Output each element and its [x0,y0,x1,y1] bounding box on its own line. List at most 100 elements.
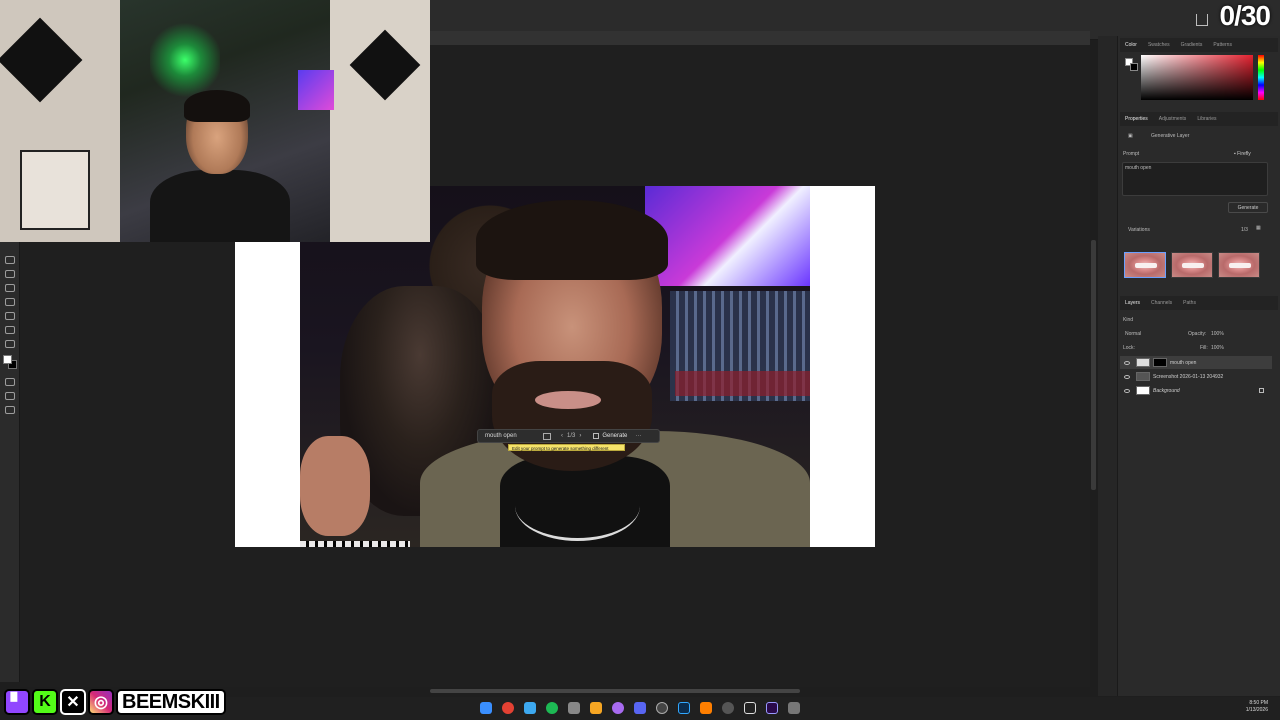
layer-row-screenshot[interactable]: Screenshot 2026-01-13 204932 [1120,370,1272,383]
prompt-label: Prompt [1123,151,1140,157]
variation-thumbnail-1[interactable] [1124,252,1166,278]
tab-libraries[interactable]: Libraries [1197,116,1216,122]
brush-tool-icon[interactable] [5,256,15,264]
tab-layers[interactable]: Layers [1125,300,1140,306]
layer-filter-select[interactable]: Kind [1123,317,1133,323]
photoshop-icon[interactable] [678,702,690,714]
hand-tool-icon[interactable] [5,312,15,320]
grid-view-icon[interactable]: ▦ [1256,225,1261,231]
layer-thumbnail [1136,386,1150,395]
contextual-task-bar: mouth open ‹ 1/3 › Generate ··· [477,429,660,443]
blend-mode-select[interactable]: Normal [1125,331,1141,337]
eye-icon[interactable] [1124,374,1130,379]
eye-icon[interactable] [1124,360,1130,365]
fill-label: Fill: [1200,345,1208,351]
app-icon[interactable] [788,702,800,714]
social-links: ▘ K ✕ ◎ BEEMSKIII [4,687,226,717]
frame-tool-icon[interactable] [5,406,15,414]
tab-patterns[interactable]: Patterns [1213,42,1232,48]
app-icon[interactable] [744,702,756,714]
tab-channels[interactable]: Channels [1151,300,1172,306]
ctx-prev-icon[interactable]: ‹ [561,433,563,439]
document-tab-strip[interactable] [430,31,1090,45]
green-neon-light [150,20,220,100]
tab-swatches[interactable]: Swatches [1148,42,1170,48]
vlc-icon[interactable] [700,702,712,714]
generative-mouth-region [535,391,601,409]
app-icon[interactable] [568,702,580,714]
variation-teeth [1229,263,1251,268]
webcam-overlay [0,0,430,242]
red-lights [675,371,810,396]
variation-thumbnail-3[interactable] [1218,252,1260,278]
layer-type-label: Generative Layer [1151,133,1190,139]
taskbar-clock[interactable]: 8:50 PM 1/13/2026 [1246,700,1268,714]
variation-teeth [1135,263,1157,268]
screen-mode-icon[interactable] [5,392,15,400]
type-tool-icon[interactable] [5,270,15,278]
subject-beard [492,361,652,471]
generate-icon[interactable] [593,433,600,439]
fill-value[interactable]: 100% [1211,345,1224,351]
app-icon[interactable] [722,702,734,714]
ctx-variation-count: 1/3 [567,433,576,439]
clock-time: 8:50 PM [1249,700,1268,706]
variations-label: Variations [1128,227,1150,233]
capcut-icon[interactable] [524,702,536,714]
horizontal-scrollbar[interactable] [430,689,800,693]
eye-icon[interactable] [1124,388,1130,393]
tab-color[interactable]: Color [1125,42,1137,48]
kick-icon: K [32,689,58,715]
quick-mask-icon[interactable] [5,378,15,386]
files-icon[interactable] [590,702,602,714]
lock-icon [1259,388,1264,393]
discord-icon[interactable] [634,702,646,714]
ctx-prompt-input[interactable]: mouth open [485,433,543,439]
twitch-icon: ▘ [4,689,30,715]
ctx-generate-button[interactable]: Generate [602,433,627,439]
ctx-next-icon[interactable]: › [579,433,581,439]
ctx-settings-icon[interactable] [543,432,551,440]
chrome-icon[interactable] [502,702,514,714]
background-monitor [298,70,334,110]
premiere-icon[interactable] [766,702,778,714]
color-picker-field[interactable] [1141,55,1253,100]
share-icon[interactable] [1196,14,1208,26]
background-color-chip[interactable] [1130,63,1138,71]
model-select[interactable]: ▪ Firefly [1234,149,1264,158]
obs-icon[interactable] [656,702,668,714]
clock-date: 1/13/2026 [1245,707,1268,713]
prompt-tooltip: Edit your prompt to generate something d… [508,444,625,451]
hue-slider[interactable] [1258,55,1264,100]
tab-properties[interactable]: Properties [1125,116,1148,122]
layer-row-background[interactable]: Background [1120,384,1272,397]
layer-mask-thumbnail [1153,358,1167,367]
layer-name: Screenshot 2026-01-13 204932 [1153,373,1224,380]
vertical-scrollbar[interactable] [1091,240,1096,490]
stream-counter: 0/30 [1219,0,1271,31]
properties-generate-button[interactable]: Generate [1228,202,1268,213]
path-selection-icon[interactable] [5,284,15,292]
ctx-more-button[interactable]: ··· [635,433,641,439]
generative-layer-icon: ▣ [1128,133,1133,139]
arc-icon[interactable] [612,702,624,714]
start-icon[interactable] [480,702,492,714]
tab-paths[interactable]: Paths [1183,300,1196,306]
tab-gradients[interactable]: Gradients [1181,42,1203,48]
background-hand [300,436,370,536]
variation-thumbnail-2[interactable] [1171,252,1213,278]
tools-panel [0,242,20,682]
x-icon: ✕ [60,689,86,715]
shape-tool-icon[interactable] [5,298,15,306]
spotify-icon[interactable] [546,702,558,714]
streamer-hair [184,90,250,122]
more-tools-icon[interactable] [5,340,15,348]
tab-adjustments[interactable]: Adjustments [1159,116,1187,122]
zoom-tool-icon[interactable] [5,326,15,334]
foreground-color-swatch[interactable] [3,355,12,364]
streamer-handle: BEEMSKIII [116,689,226,715]
layer-row-generative[interactable]: mouth open [1120,356,1272,369]
layer-name: mouth open [1170,359,1197,366]
opacity-value[interactable]: 100% [1211,331,1224,337]
variations-count: 1/3 [1241,227,1248,233]
